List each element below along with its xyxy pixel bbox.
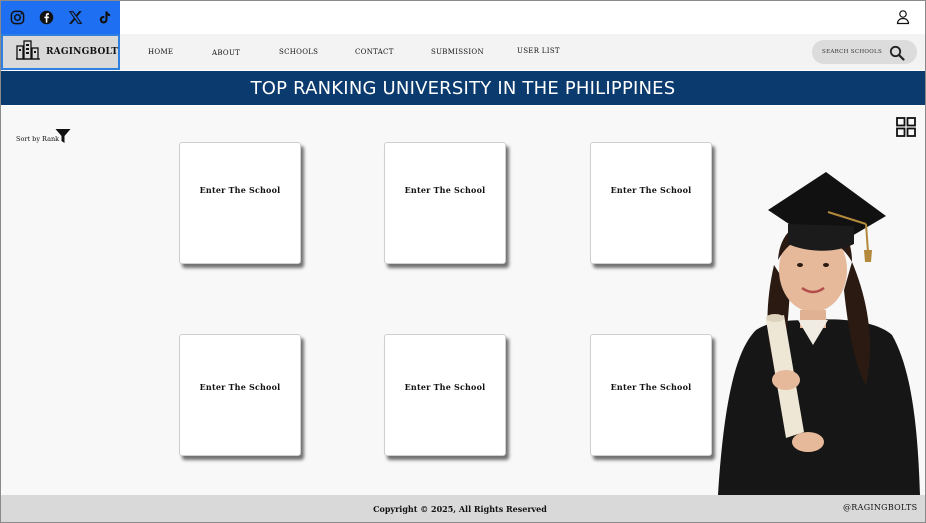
card-label: Enter The School <box>199 185 281 195</box>
social-handle[interactable]: @RAGINGBOLTS <box>843 503 917 512</box>
card-label: Enter The School <box>404 185 486 195</box>
search-input[interactable] <box>822 49 886 55</box>
filter-icon[interactable] <box>55 128 71 144</box>
school-card[interactable]: Enter The School <box>590 142 712 264</box>
buildings-icon <box>16 40 40 64</box>
instagram-icon[interactable] <box>9 10 25 26</box>
nav-user-list[interactable]: USER LIST <box>517 47 560 55</box>
sort-by-rank[interactable]: Sort by Rank <box>16 135 59 143</box>
nav-home[interactable]: HOME <box>148 48 173 56</box>
user-account-icon[interactable] <box>895 9 911 25</box>
facebook-icon[interactable] <box>38 10 54 26</box>
brand-name: RAGINGBOLT <box>46 47 119 57</box>
grid-view-icon[interactable] <box>896 117 916 137</box>
card-label: Enter The School <box>610 185 692 195</box>
school-card[interactable]: Enter The School <box>179 334 301 456</box>
x-icon[interactable] <box>67 10 83 26</box>
search-icon[interactable] <box>889 45 905 61</box>
card-label: Enter The School <box>199 382 281 392</box>
school-card[interactable]: Enter The School <box>590 334 712 456</box>
school-card[interactable]: Enter The School <box>384 334 506 456</box>
school-card[interactable]: Enter The School <box>179 142 301 264</box>
school-card[interactable]: Enter The School <box>384 142 506 264</box>
tiktok-icon[interactable] <box>96 10 112 26</box>
brand-logo[interactable]: RAGINGBOLT <box>1 34 120 70</box>
nav-about[interactable]: ABOUT <box>212 49 240 57</box>
graduate-image <box>718 172 920 495</box>
card-label: Enter The School <box>610 382 692 392</box>
page-title: TOP RANKING UNIVERSITY IN THE PHILIPPINE… <box>250 77 676 99</box>
copyright-text: Copyright © 2025, All Rights Reserved <box>373 504 547 514</box>
nav-schools[interactable]: SCHOOLS <box>279 48 318 56</box>
nav-contact[interactable]: CONTACT <box>355 48 394 56</box>
nav-submission[interactable]: SUBMISSION <box>431 48 484 56</box>
social-bar <box>1 1 120 34</box>
card-label: Enter The School <box>404 382 486 392</box>
title-banner: TOP RANKING UNIVERSITY IN THE PHILIPPINE… <box>1 71 925 105</box>
